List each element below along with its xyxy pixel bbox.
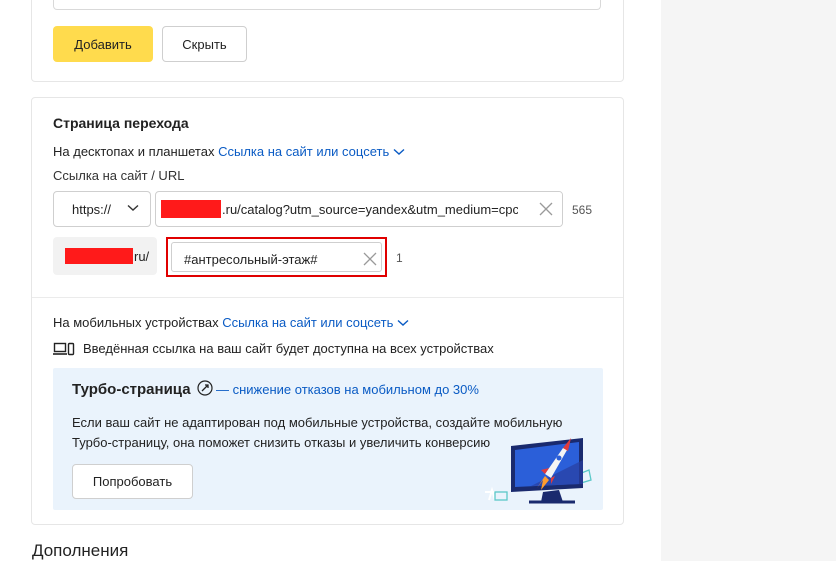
mobile-row: На мобильных устройствах Ссылка на сайт … [53, 315, 409, 330]
additions-section-title: Дополнения [32, 541, 129, 560]
domain-suffix: ru/ [134, 249, 150, 264]
chevron-down-icon [127, 204, 139, 211]
anchor-input[interactable]: #антресольный-этаж# [171, 242, 382, 272]
devices-note: Введённая ссылка на ваш сайт будет досту… [83, 341, 494, 356]
clear-icon[interactable] [538, 201, 554, 217]
top-input-field[interactable] [53, 0, 601, 10]
desktop-link-type-label: Ссылка на сайт или соцсеть [218, 144, 390, 159]
devices-note-row: Введённая ссылка на ваш сайт будет досту… [53, 341, 494, 356]
desktop-label: На десктопах и планшетах [53, 144, 215, 159]
hide-button[interactable]: Скрыть [162, 26, 247, 62]
devices-icon [53, 342, 75, 355]
rocket-icon [197, 380, 213, 396]
url-label: Ссылка на сайт / URL [53, 168, 185, 183]
url-input[interactable]: .ru/catalog?utm_source=yandex&utm_medium… [155, 191, 563, 227]
url-value: .ru/catalog?utm_source=yandex&utm_medium… [222, 202, 528, 217]
desktop-link-type-dropdown[interactable]: Ссылка на сайт или соцсеть [218, 144, 405, 159]
right-side-panel [661, 0, 836, 561]
clear-icon[interactable] [362, 251, 378, 267]
monitor-rocket-illustration [485, 438, 592, 504]
mobile-link-type-label: Ссылка на сайт или соцсеть [222, 315, 394, 330]
turbo-subtitle: — снижение отказов на мобильном до 30% [216, 382, 479, 397]
anchor-char-counter: 1 [396, 251, 403, 265]
landing-page-title: Страница перехода [53, 115, 189, 131]
mobile-link-type-dropdown[interactable]: Ссылка на сайт или соцсеть [222, 315, 409, 330]
desktop-row: На десктопах и планшетах Ссылка на сайт … [53, 144, 405, 159]
add-button[interactable]: Добавить [53, 26, 153, 62]
section-divider [32, 297, 623, 298]
anchor-value: #антресольный-этаж# [184, 252, 318, 267]
chevron-down-icon [397, 319, 409, 326]
try-turbo-button[interactable]: Попробовать [72, 464, 193, 499]
anchor-input-highlighted[interactable]: #антресольный-этаж# [166, 237, 387, 277]
redacted-domain [161, 200, 221, 218]
chevron-down-icon [393, 148, 405, 155]
mobile-label: На мобильных устройствах [53, 315, 219, 330]
redacted-domain [65, 248, 133, 264]
protocol-value: https:// [72, 201, 112, 217]
url-char-counter: 565 [572, 203, 593, 217]
protocol-select[interactable]: https:// [53, 191, 151, 227]
turbo-title-text: Турбо-страница [72, 381, 191, 398]
turbo-title: Турбо-страница [72, 380, 213, 398]
